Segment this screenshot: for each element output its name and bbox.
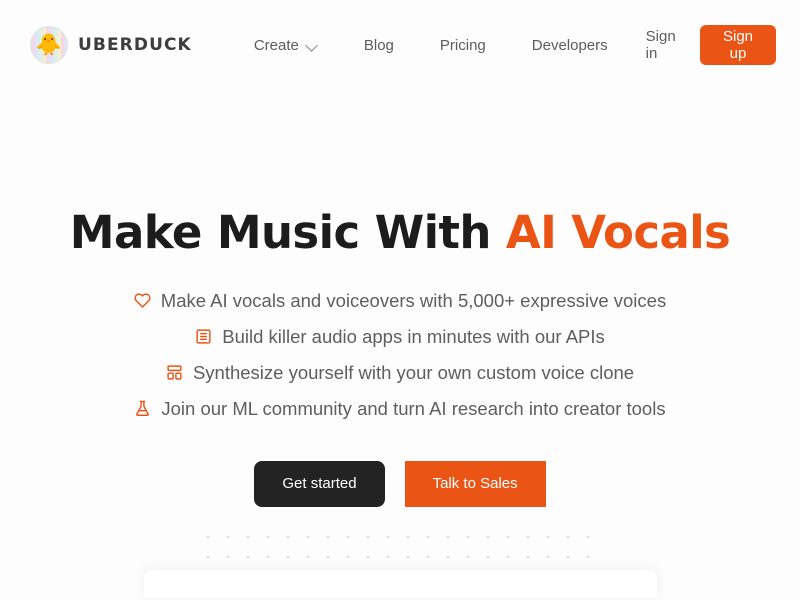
list-item: Synthesize yourself with your own custom…: [0, 355, 800, 391]
feature-text: Synthesize yourself with your own custom…: [192, 361, 635, 383]
feature-text: Join our ML community and turn AI resear…: [161, 397, 666, 419]
feature-list: Make AI vocals and voiceovers with 5,000…: [0, 283, 800, 427]
flask-icon: [134, 400, 151, 417]
hero-section: Make Music With AI Vocals Make AI vocals…: [0, 90, 800, 507]
list-box-icon: [195, 328, 212, 345]
nav-item-developers[interactable]: Developers: [516, 37, 624, 54]
nav-item-blog[interactable]: Blog: [348, 37, 410, 54]
nav-item-developers-label: Developers: [531, 36, 608, 54]
page-title: Make Music With AI Vocals: [0, 208, 800, 258]
talk-to-sales-button[interactable]: Talk to Sales: [404, 460, 546, 507]
main-navigation: Create Blog Pricing Developers: [238, 37, 624, 54]
sign-up-button[interactable]: Sign up: [700, 25, 776, 65]
duck-logo-icon: [30, 26, 68, 64]
nav-item-blog-label: Blog: [363, 36, 394, 54]
chevron-down-icon: [306, 39, 318, 51]
list-item: Build killer audio apps in minutes with …: [0, 319, 800, 355]
brand-logo-link[interactable]: UBERDUCK: [30, 26, 192, 64]
brand-name: UBERDUCK: [78, 35, 192, 55]
nav-item-create-label: Create: [253, 36, 299, 54]
sign-in-link[interactable]: Sign in: [624, 28, 700, 62]
nav-item-create[interactable]: Create: [238, 37, 334, 54]
content-preview-panel: [144, 570, 657, 600]
layout-grid-icon: [166, 364, 183, 381]
headline-accent: AI Vocals: [505, 206, 731, 259]
page-root: UBERDUCK Create Blog Pricing Developers …: [0, 0, 800, 600]
heart-icon: [134, 292, 151, 309]
list-item: Make AI vocals and voiceovers with 5,000…: [0, 283, 800, 319]
list-item: Join our ML community and turn AI resear…: [0, 391, 800, 427]
header-actions: Sign in Sign up: [624, 25, 776, 65]
feature-text: Build killer audio apps in minutes with …: [222, 325, 605, 347]
nav-item-pricing[interactable]: Pricing: [424, 37, 502, 54]
cta-button-group: Get started Talk to Sales: [0, 460, 800, 507]
nav-item-pricing-label: Pricing: [439, 36, 486, 54]
feature-text: Make AI vocals and voiceovers with 5,000…: [160, 289, 667, 311]
site-header: UBERDUCK Create Blog Pricing Developers …: [0, 0, 800, 90]
headline-main: Make Music With: [69, 206, 506, 259]
get-started-button[interactable]: Get started: [254, 460, 385, 507]
